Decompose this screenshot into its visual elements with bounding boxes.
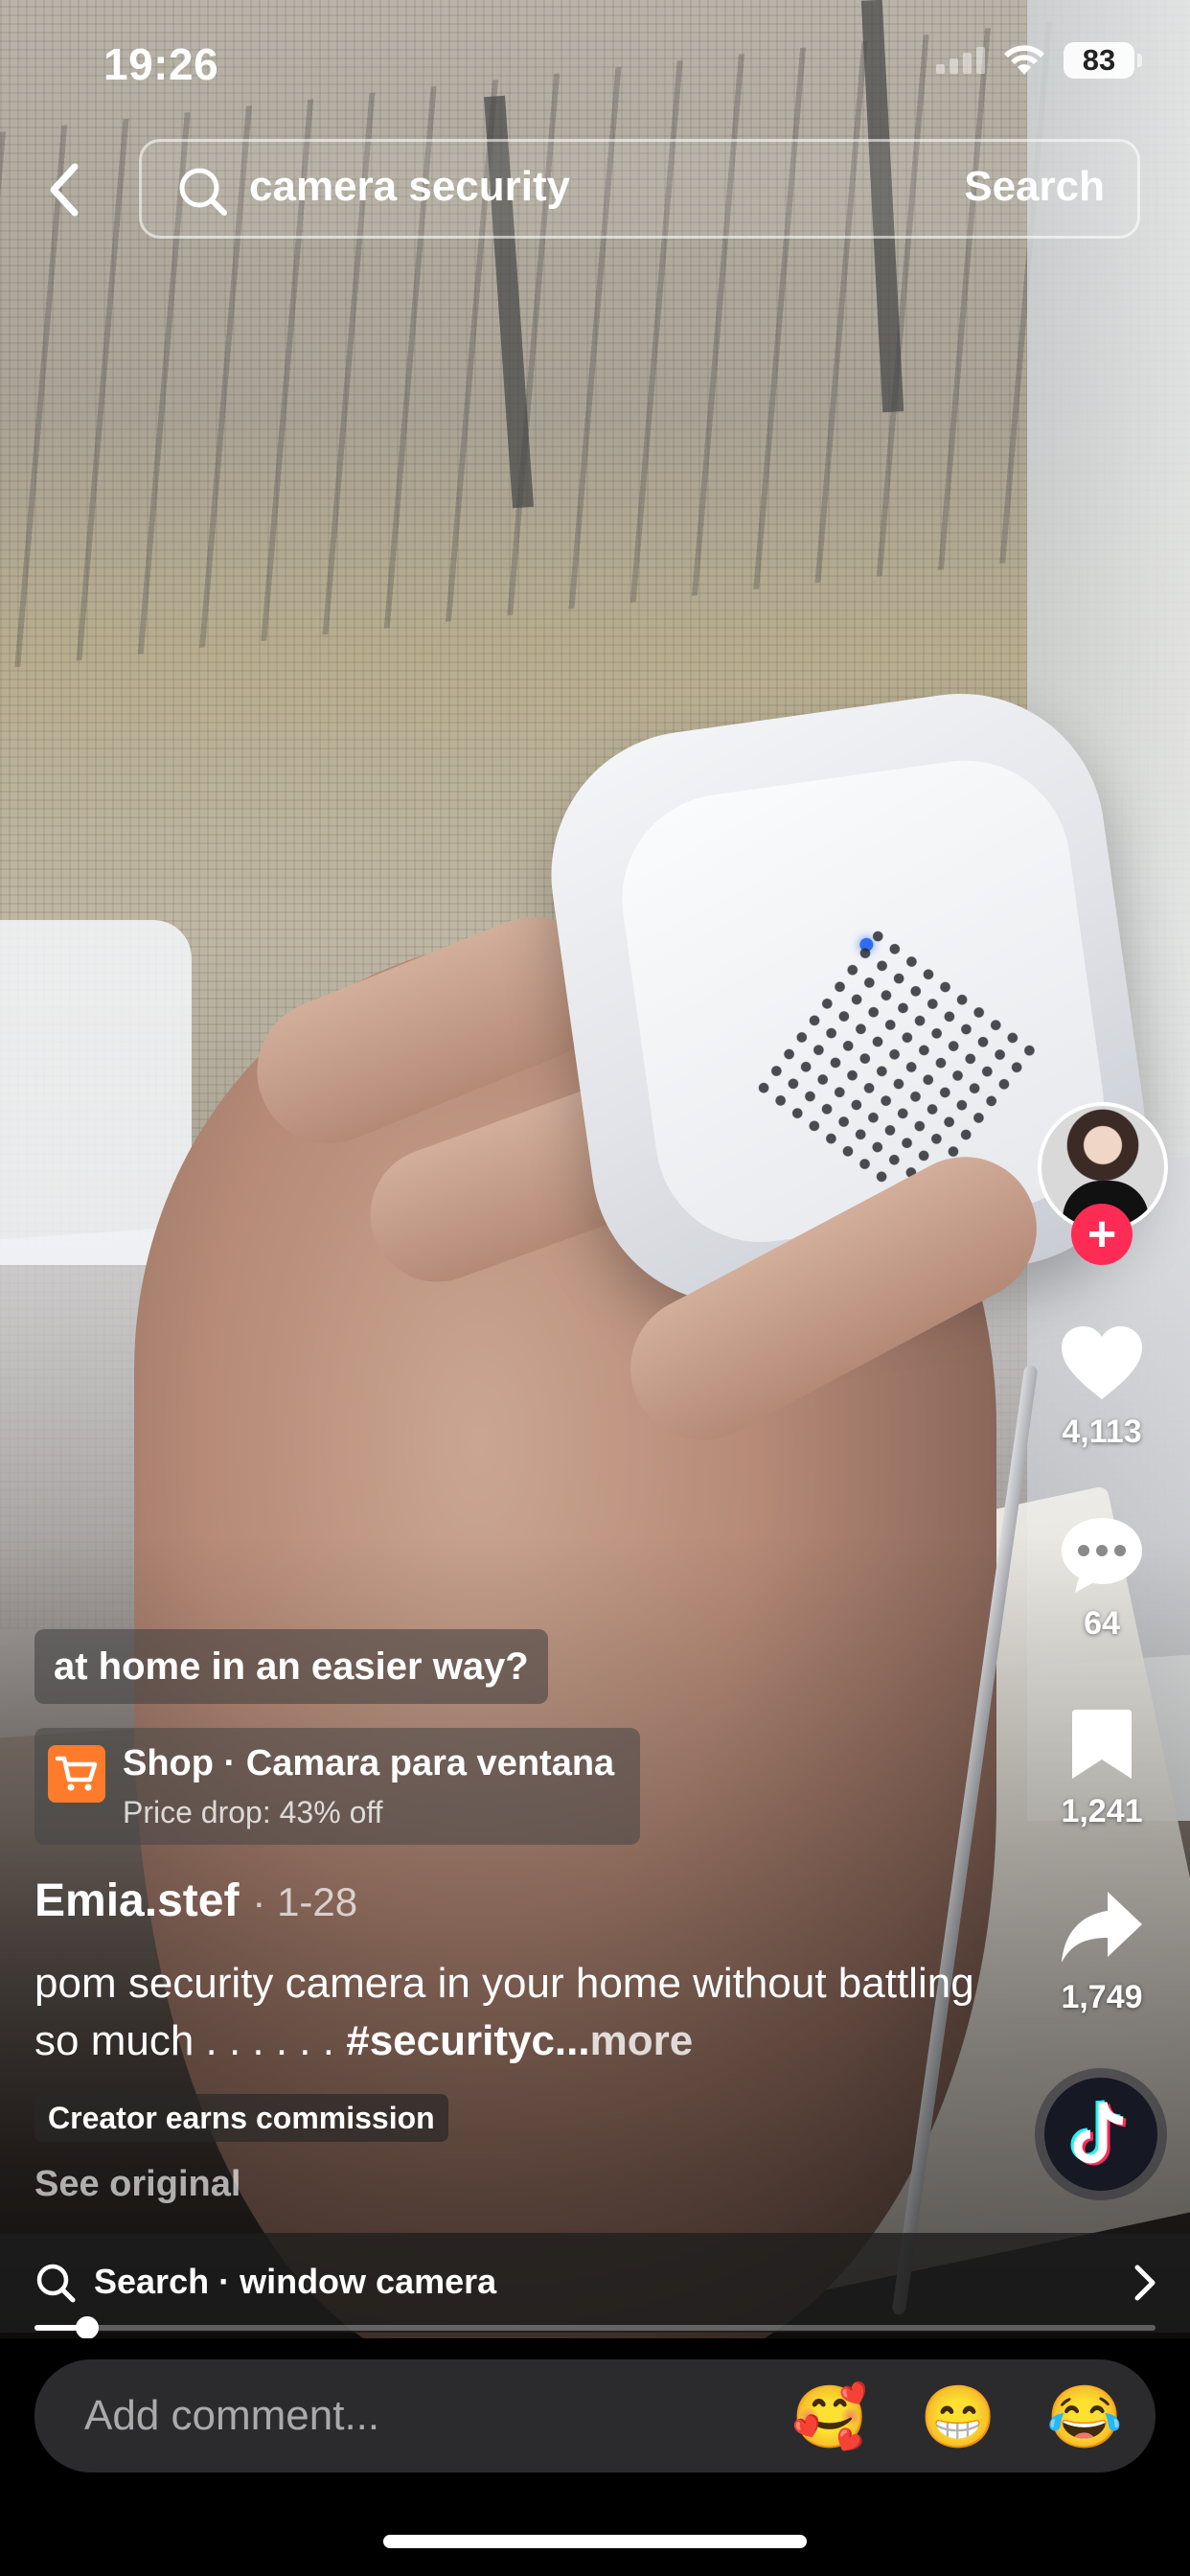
save-button[interactable]: 1,241 bbox=[1025, 1706, 1179, 1830]
comment-button[interactable]: 64 bbox=[1025, 1514, 1179, 1643]
video-screen: 19:26 83 camera security Search + 4,113 … bbox=[0, 0, 1190, 2576]
comment-icon bbox=[1062, 1518, 1142, 1593]
search-icon bbox=[36, 2264, 76, 2303]
chevron-right-icon bbox=[1134, 2265, 1156, 2301]
comment-count: 64 bbox=[1084, 1605, 1120, 1642]
chevron-left-icon bbox=[50, 163, 79, 217]
battery-level: 83 bbox=[1082, 43, 1116, 77]
wifi-icon bbox=[1004, 45, 1044, 75]
shop-price-drop: Price drop: 43% off bbox=[123, 1795, 383, 1829]
shopping-cart-icon bbox=[48, 1745, 105, 1803]
progress-knob[interactable] bbox=[75, 2316, 99, 2339]
cellular-signal-icon bbox=[936, 47, 985, 74]
shop-title: Shop · Camara para ventana bbox=[123, 1743, 615, 1783]
follow-button[interactable]: + bbox=[1071, 1204, 1133, 1265]
related-search-text: Search · window camera bbox=[94, 2262, 497, 2301]
share-button[interactable]: 1,749 bbox=[1025, 1888, 1179, 2016]
comment-input[interactable]: Add comment... 🥰 😁 😂 bbox=[34, 2359, 1156, 2472]
home-indicator bbox=[383, 2535, 807, 2548]
status-indicators: 83 bbox=[936, 42, 1142, 79]
heart-icon bbox=[1062, 1326, 1142, 1399]
video-progress-bar[interactable] bbox=[34, 2316, 1156, 2339]
share-arrow-icon bbox=[1062, 1892, 1142, 1963]
emoji-smiling-hearts[interactable]: 🥰 bbox=[791, 2380, 868, 2453]
search-icon bbox=[179, 168, 227, 216]
see-original-link[interactable]: See original bbox=[34, 2164, 240, 2205]
shop-product-card[interactable]: Shop · Camara para ventana Price drop: 4… bbox=[34, 1728, 640, 1845]
author-name[interactable]: Emia.stef bbox=[34, 1875, 239, 1926]
hashtag[interactable]: #securityc... bbox=[346, 2017, 589, 2064]
like-count: 4,113 bbox=[1062, 1414, 1142, 1450]
bookmark-icon bbox=[1072, 1710, 1132, 1779]
save-count: 1,241 bbox=[1061, 1793, 1143, 1829]
share-count: 1,749 bbox=[1061, 1979, 1143, 2015]
status-time: 19:26 bbox=[103, 39, 219, 89]
back-button[interactable] bbox=[36, 153, 94, 226]
caption-chip: at home in an easier way? bbox=[34, 1629, 548, 1704]
post-date: · 1-28 bbox=[252, 1879, 358, 1924]
emoji-grinning[interactable]: 😁 bbox=[920, 2380, 996, 2453]
author-line: Emia.stef · 1-28 bbox=[34, 1874, 357, 1927]
tiktok-logo-icon bbox=[1070, 2099, 1127, 2166]
search-bar[interactable]: camera security Search bbox=[139, 139, 1140, 239]
sound-disc[interactable] bbox=[1044, 2078, 1157, 2191]
related-search-bar[interactable]: Search · window camera bbox=[0, 2233, 1190, 2333]
search-query[interactable]: camera security bbox=[249, 163, 570, 211]
video-description[interactable]: pom security camera in your home without… bbox=[34, 1955, 993, 2070]
battery-icon: 83 bbox=[1064, 42, 1142, 79]
emoji-tears-of-joy[interactable]: 😂 bbox=[1046, 2380, 1123, 2453]
more-link[interactable]: more bbox=[590, 2017, 694, 2064]
search-button[interactable]: Search bbox=[964, 163, 1105, 211]
comment-placeholder: Add comment... bbox=[84, 2392, 380, 2439]
commission-badge: Creator earns commission bbox=[34, 2094, 448, 2142]
like-button[interactable]: 4,113 bbox=[1025, 1322, 1179, 1451]
